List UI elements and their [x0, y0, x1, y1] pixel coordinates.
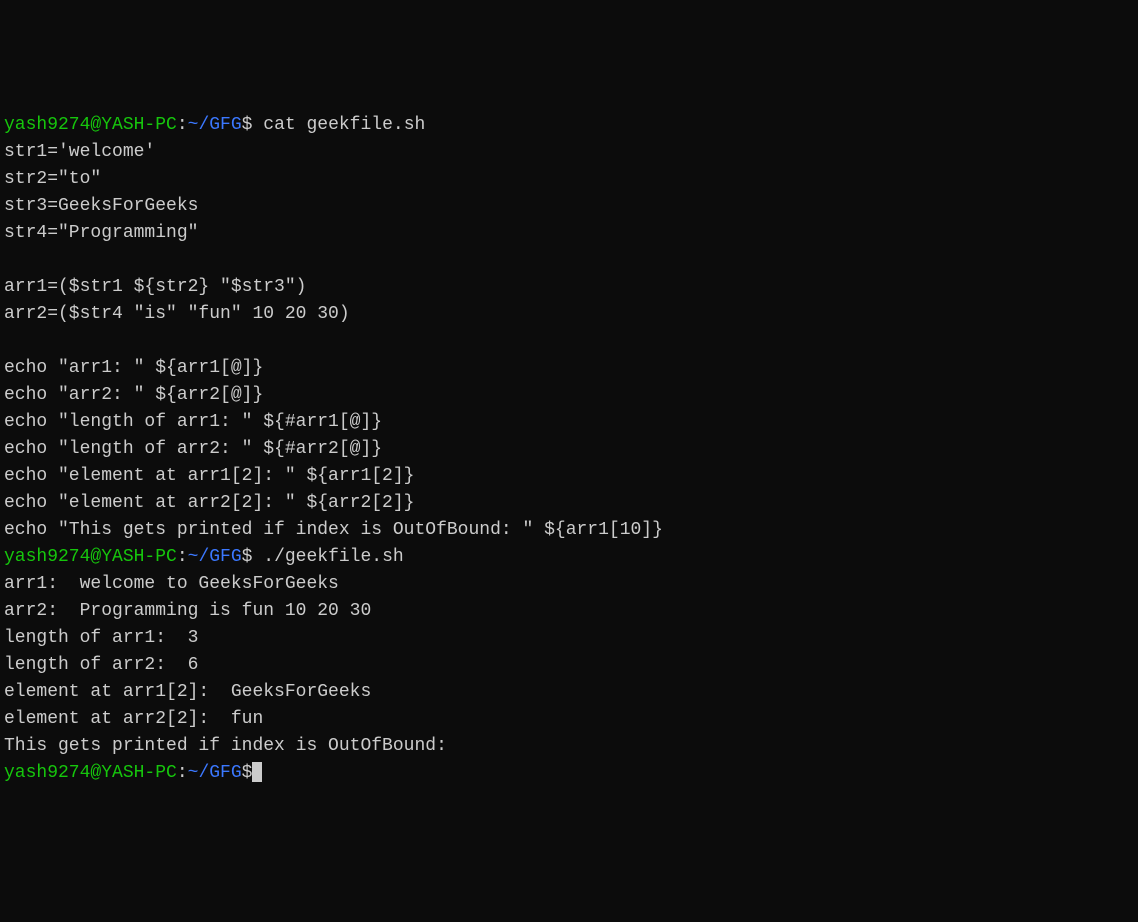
prompt-dollar: $: [242, 115, 253, 135]
prompt-colon: :: [177, 763, 188, 783]
command-text: ./geekfile.sh: [252, 547, 403, 567]
output-line: element at arr2[2]: fun: [4, 709, 263, 729]
prompt-colon: :: [177, 547, 188, 567]
file-line: echo "arr1: " ${arr1[@]}: [4, 358, 263, 378]
command-text: cat geekfile.sh: [252, 115, 425, 135]
prompt-dollar: $: [242, 763, 253, 783]
cursor: [252, 762, 262, 782]
file-line: echo "arr2: " ${arr2[@]}: [4, 385, 263, 405]
file-line: str2="to": [4, 169, 101, 189]
prompt-path: ~/GFG: [188, 115, 242, 135]
terminal[interactable]: yash9274@YASH-PC:~/GFG$ cat geekfile.sh …: [4, 112, 1134, 787]
file-line: str4="Programming": [4, 223, 198, 243]
file-line: str1='welcome': [4, 142, 155, 162]
prompt-path: ~/GFG: [188, 547, 242, 567]
prompt-user: yash9274@YASH-PC: [4, 763, 177, 783]
file-line: echo "length of arr2: " ${#arr2[@]}: [4, 439, 382, 459]
file-line: echo "element at arr1[2]: " ${arr1[2]}: [4, 466, 414, 486]
output-line: element at arr1[2]: GeeksForGeeks: [4, 682, 371, 702]
file-line: echo "length of arr1: " ${#arr1[@]}: [4, 412, 382, 432]
output-line: This gets printed if index is OutOfBound…: [4, 736, 447, 756]
output-line: arr2: Programming is fun 10 20 30: [4, 601, 371, 621]
file-line: arr1=($str1 ${str2} "$str3"): [4, 277, 306, 297]
prompt-user: yash9274@YASH-PC: [4, 115, 177, 135]
prompt-user: yash9274@YASH-PC: [4, 547, 177, 567]
prompt-path: ~/GFG: [188, 763, 242, 783]
file-line: arr2=($str4 "is" "fun" 10 20 30): [4, 304, 350, 324]
file-line: echo "This gets printed if index is OutO…: [4, 520, 663, 540]
prompt-colon: :: [177, 115, 188, 135]
prompt-dollar: $: [242, 547, 253, 567]
output-line: arr1: welcome to GeeksForGeeks: [4, 574, 339, 594]
output-line: length of arr2: 6: [4, 655, 198, 675]
file-line: str3=GeeksForGeeks: [4, 196, 198, 216]
file-line: echo "element at arr2[2]: " ${arr2[2]}: [4, 493, 414, 513]
output-line: length of arr1: 3: [4, 628, 198, 648]
